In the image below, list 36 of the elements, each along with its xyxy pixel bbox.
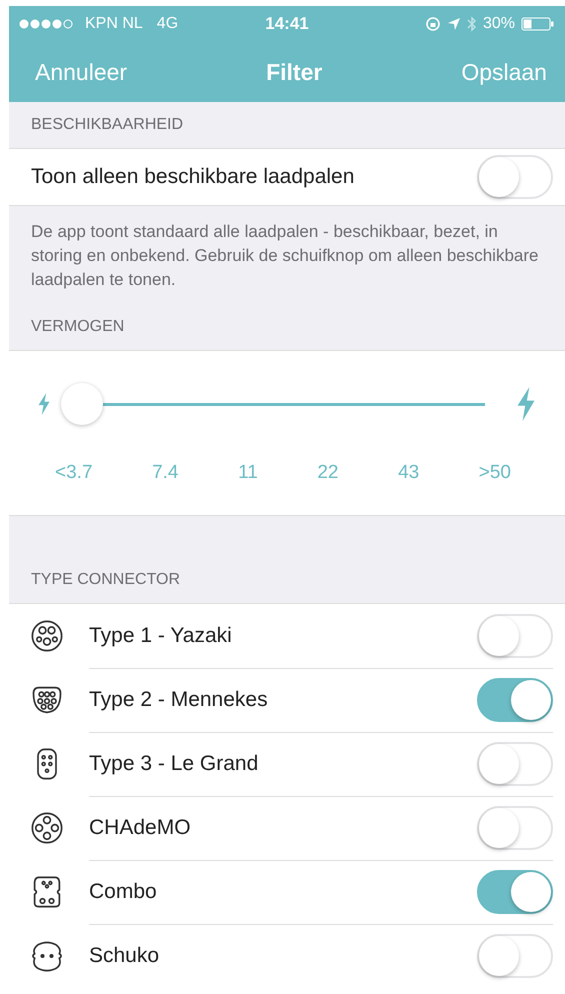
screen-title: Filter	[266, 58, 322, 86]
toggle-switch[interactable]	[477, 678, 553, 722]
section-header: TYPE CONNECTOR	[31, 571, 180, 589]
battery-icon	[520, 17, 555, 31]
connector-label: CHAdeMO	[89, 816, 191, 840]
toggle-switch[interactable]	[477, 870, 553, 914]
carrier-name: KPN NL	[85, 15, 143, 33]
setting-label: Toon alleen beschikbare laadpalen	[31, 165, 354, 189]
save-button[interactable]: Opslaan	[461, 58, 547, 86]
connector-label: Schuko	[89, 944, 160, 968]
status-time: 14:41	[265, 14, 309, 34]
connector-label: Type 1 - Yazaki	[89, 624, 232, 648]
section-header: VERMOGEN	[9, 304, 565, 351]
power-tick-label: 7.4	[152, 462, 178, 484]
lightning-icon	[37, 393, 51, 415]
power-slider[interactable]	[61, 382, 485, 426]
power-tick-label: 43	[398, 462, 420, 484]
battery-percentage: 30%	[482, 15, 515, 33]
location-arrow-icon	[446, 17, 461, 31]
lightning-icon	[515, 387, 537, 421]
connector-label: Type 2 - Mennekes	[89, 688, 268, 712]
rotation-lock-icon	[424, 16, 441, 32]
power-tick-label: 22	[317, 462, 338, 484]
description-text: De app toont standaard alle laadpalen - beschikbaar, bezet, in storing en onbekend. Gebruik de schuifknop om alleen beschikbare laadpalen te tonen.	[9, 206, 565, 304]
slider-thumb[interactable]	[61, 383, 103, 425]
bluetooth-icon	[466, 16, 477, 32]
power-tick-label: 11	[238, 462, 258, 484]
round-socket-icon	[29, 618, 65, 654]
power-tick-label: <3.7	[55, 462, 93, 484]
connector-label: Type 3 - Le Grand	[89, 752, 258, 776]
network-type: 4G	[156, 15, 178, 33]
round-socket-icon	[29, 810, 65, 846]
power-tick-label: >50	[478, 462, 511, 484]
connector-label: Combo	[89, 880, 157, 904]
section-header: BESCHIKBAARHEID	[9, 102, 565, 149]
cancel-button[interactable]: Annuleer	[35, 58, 128, 86]
